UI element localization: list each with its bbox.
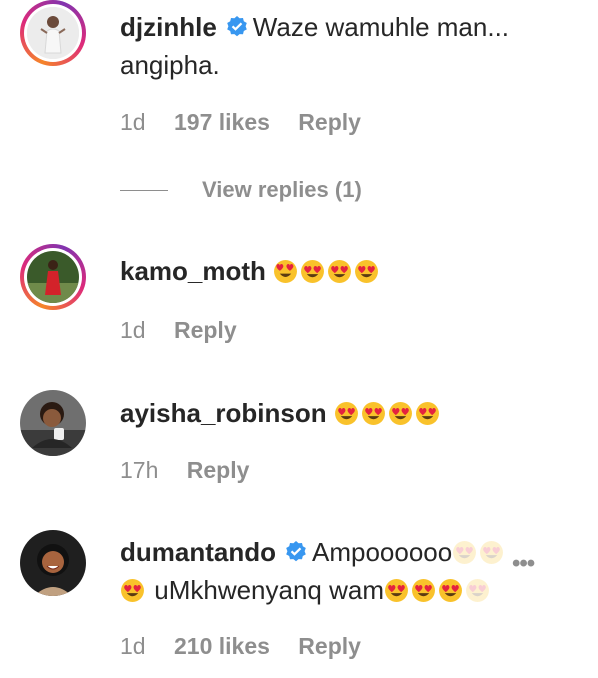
heart-eyes-emoji-icon (385, 579, 408, 602)
comment-djzinhle: djzinhle Waze wamuhle man... angipha. 1d … (0, 0, 598, 210)
comment-time: 1d (120, 109, 146, 135)
comment-text-part1: Ampoooooo (312, 537, 453, 567)
heart-eyes-emoji-icon (466, 579, 489, 602)
heart-eyes-emoji-icon (453, 541, 477, 564)
comment-body: dumantando Ampoooooo uMkhwenyanq wam (120, 533, 568, 609)
divider-line (120, 189, 168, 191)
heart-eyes-emoji-icon (328, 260, 352, 283)
avatar-photo-dumantando[interactable] (20, 530, 86, 596)
avatar-photo-ayisha-robinson[interactable] (20, 390, 86, 456)
avatar (24, 4, 82, 62)
likes-count[interactable]: 197 likes (174, 109, 270, 135)
comment-body: ayisha_robinson (120, 394, 568, 432)
username[interactable]: kamo_moth (120, 256, 266, 286)
heart-eyes-emoji-icon (274, 260, 298, 283)
comment-body: djzinhle Waze wamuhle man... angipha. (120, 8, 568, 84)
reply-button[interactable]: Reply (174, 317, 237, 343)
avatar (24, 248, 82, 306)
comment-text-line1: Waze wamuhle man... (252, 12, 510, 42)
comment-dumantando: dumantando Ampoooooo uMkhwenyanq wam 1d 2… (0, 526, 598, 678)
comment-time: 1d (120, 317, 146, 343)
heart-eyes-emoji-icon (388, 402, 412, 425)
comment-text-line2: angipha. (120, 50, 220, 80)
heart-eyes-emoji-icon (361, 402, 385, 425)
heart-eyes-emoji-icon (439, 579, 462, 602)
verified-badge-icon (286, 541, 306, 562)
heart-eyes-emoji-icon (301, 260, 325, 283)
view-replies-label: View replies (1) (202, 177, 362, 202)
heart-eyes-emoji-icon (334, 402, 358, 425)
comment-ayisha-robinson: ayisha_robinson 17h Reply (0, 386, 598, 496)
heart-eyes-emoji-icon (415, 402, 439, 425)
avatar-photo-djzinhle (27, 7, 79, 59)
view-replies-button[interactable]: View replies (1) (120, 176, 362, 204)
comment-text-part2: uMkhwenyanq wam (154, 575, 385, 605)
emoji-group (334, 398, 442, 428)
comment-meta: 1d 197 likes Reply (120, 109, 383, 136)
heart-eyes-emoji-icon (121, 579, 144, 602)
emoji-group (273, 256, 381, 286)
comment-body: kamo_moth (120, 252, 568, 290)
comment-time: 17h (120, 457, 159, 483)
comment-meta: 1d Reply (120, 317, 259, 344)
comment-meta: 1d 210 likes Reply (120, 633, 383, 660)
username[interactable]: djzinhle (120, 12, 217, 42)
verified-badge-icon (226, 16, 247, 37)
reply-button[interactable]: Reply (298, 109, 361, 135)
likes-count[interactable]: 210 likes (174, 633, 270, 659)
avatar-photo-kamo-moth (27, 251, 79, 303)
username[interactable]: ayisha_robinson (120, 398, 327, 428)
comment-meta: 17h Reply (120, 457, 271, 484)
comment-kamo-moth: kamo_moth 1d Reply (0, 244, 598, 354)
reply-button[interactable]: Reply (298, 633, 361, 659)
heart-eyes-emoji-icon (480, 541, 504, 564)
username[interactable]: dumantando (120, 537, 276, 567)
comment-time: 1d (120, 633, 146, 659)
heart-eyes-emoji-icon (412, 579, 435, 602)
avatar-story-ring[interactable] (20, 0, 86, 66)
heart-eyes-emoji-icon (355, 260, 379, 283)
reply-button[interactable]: Reply (187, 457, 250, 483)
avatar-story-ring[interactable] (20, 244, 86, 310)
more-options-icon[interactable]: ••• (512, 552, 535, 576)
